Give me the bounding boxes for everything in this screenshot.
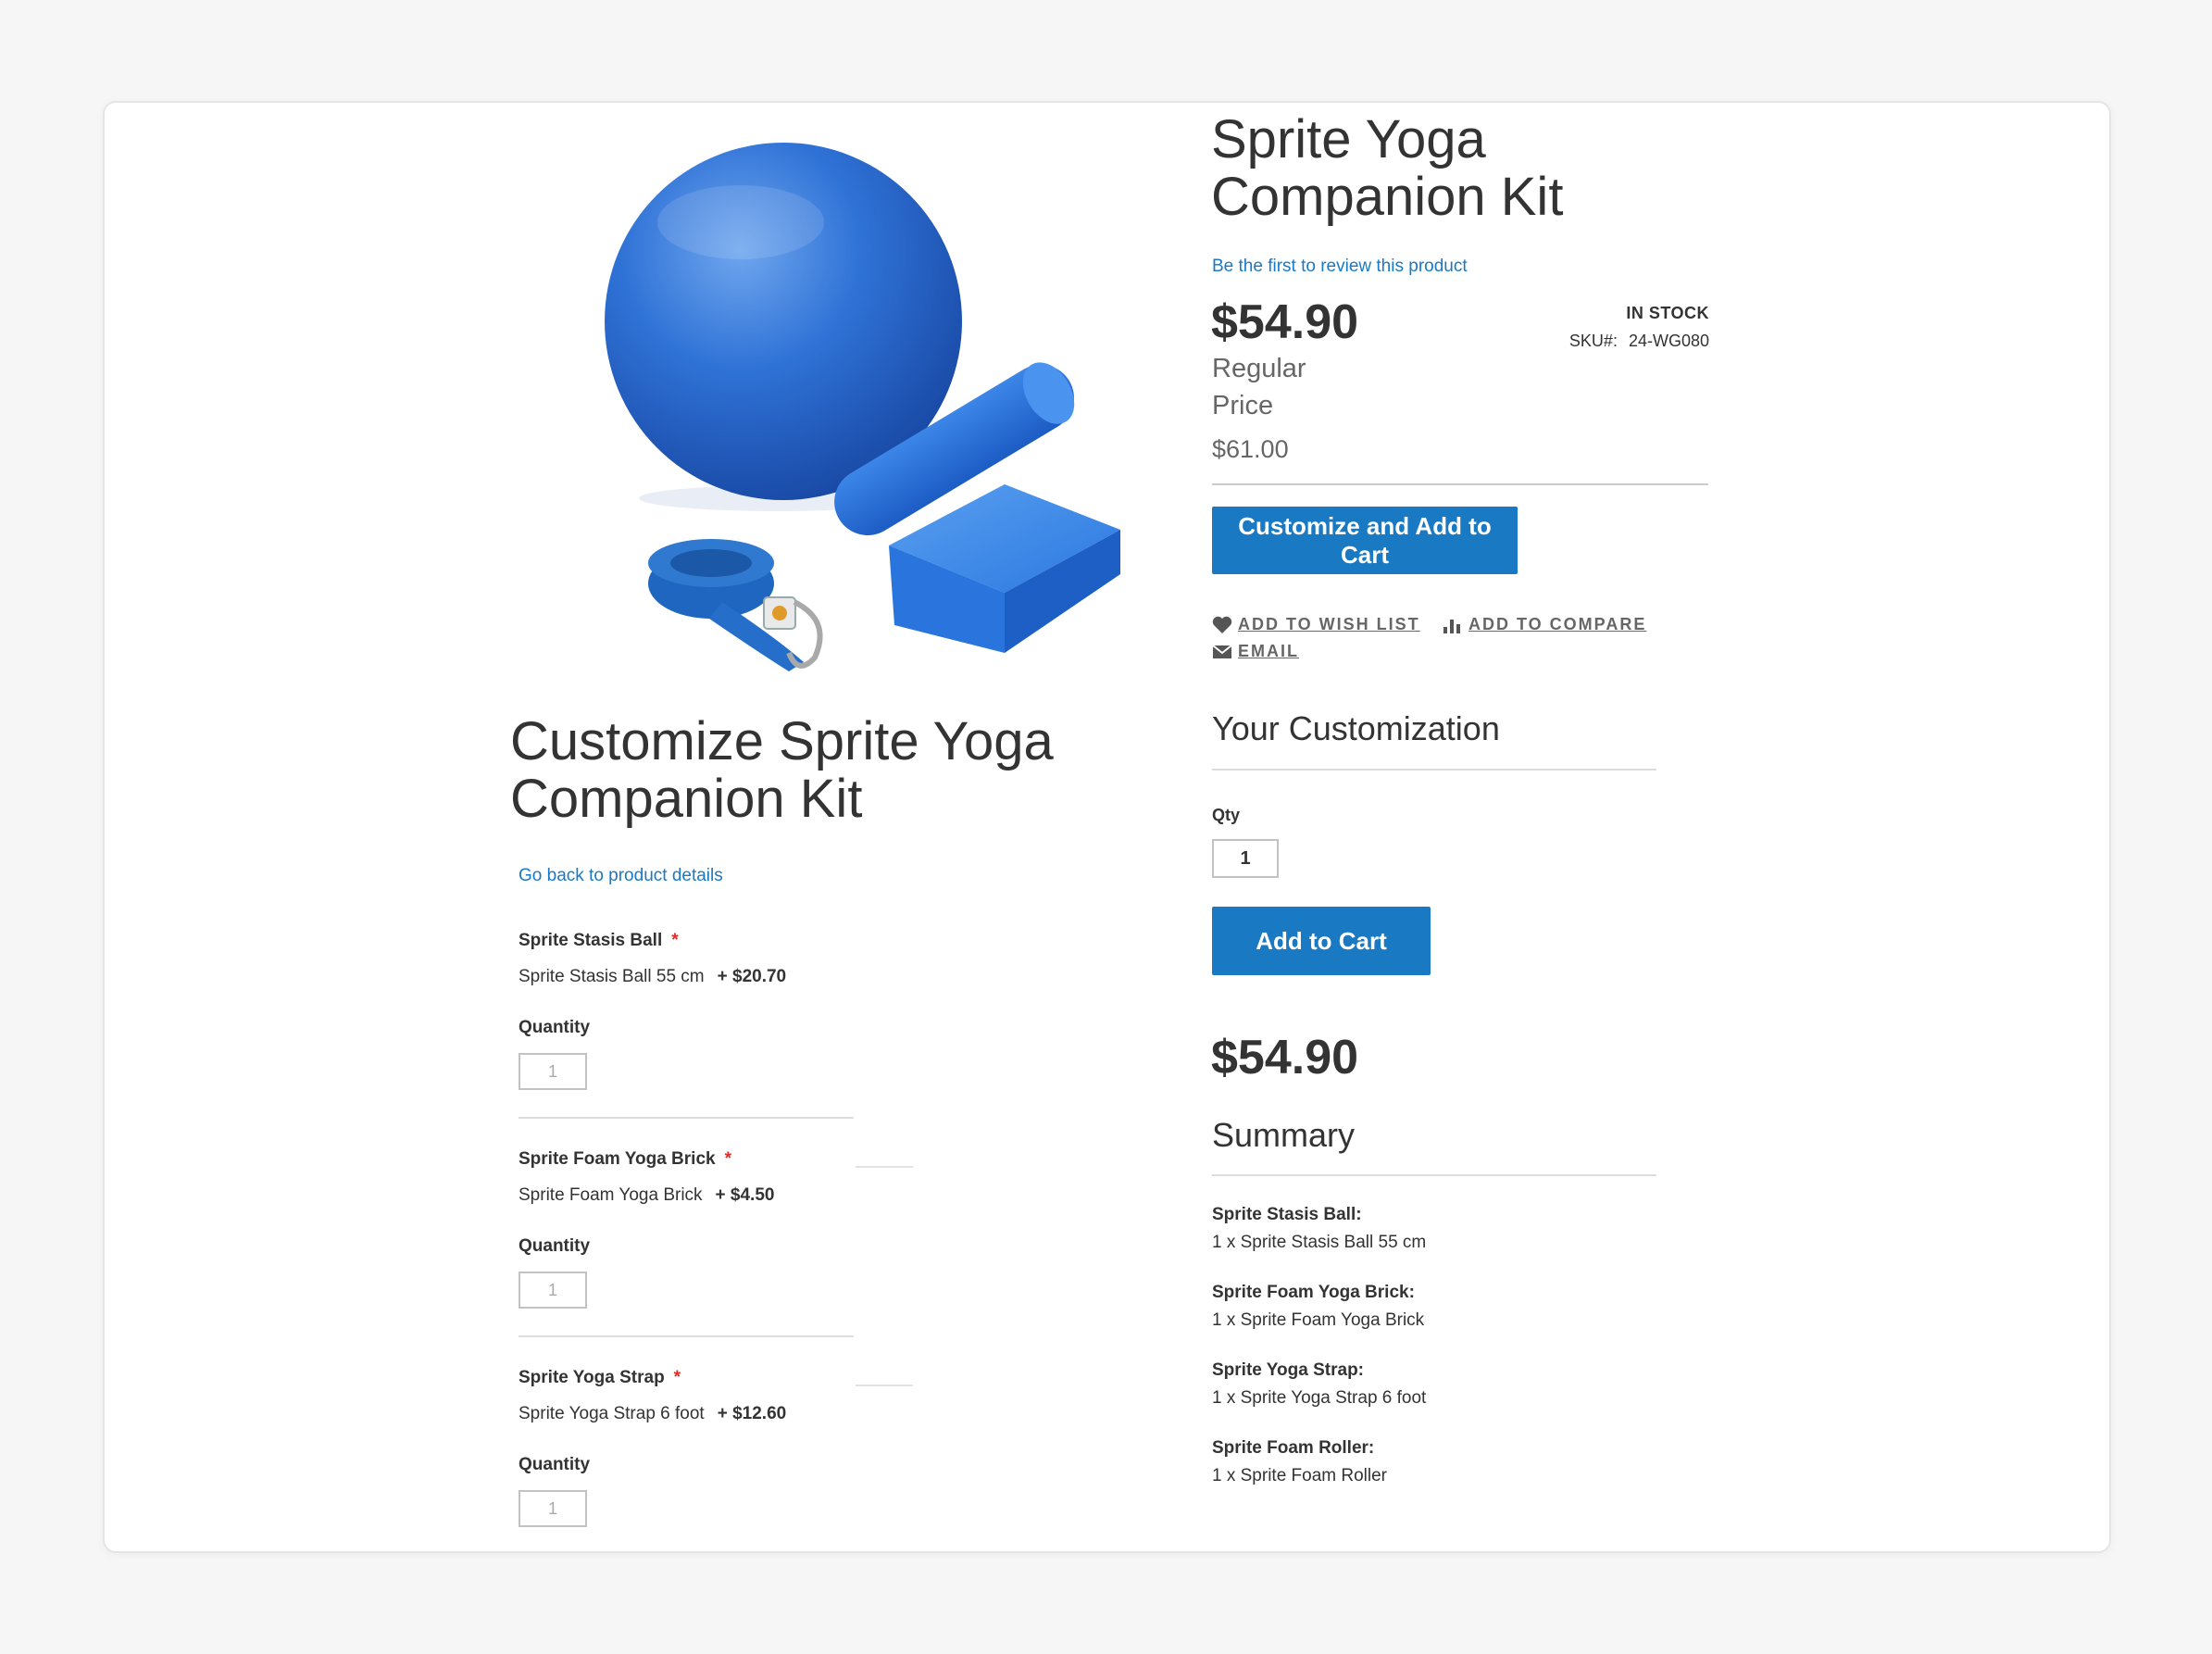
required-marker: * (673, 1368, 681, 1387)
divider (519, 1117, 854, 1119)
sku-value: 24-WG080 (1628, 332, 1709, 350)
summary-item-value: 1 x Sprite Stasis Ball 55 cm (1212, 1233, 1427, 1252)
option-choice[interactable]: Sprite Yoga Strap 6 foot + $12.60 (519, 1404, 786, 1424)
total-price: $54.90 (1211, 1031, 1359, 1084)
option-title-text: Sprite Stasis Ball (519, 931, 663, 950)
option-title-text: Sprite Yoga Strap (519, 1368, 665, 1387)
customize-add-to-cart-button[interactable]: Customize and Add to Cart (1212, 507, 1518, 574)
summary-item-name: Sprite Foam Roller: (1212, 1438, 1375, 1458)
option-price: + $12.60 (717, 1404, 787, 1423)
option-title-text: Sprite Foam Yoga Brick (519, 1149, 716, 1169)
your-customization-title: Your Customization (1212, 709, 1500, 747)
divider (1212, 769, 1656, 771)
option-price: + $4.50 (715, 1185, 775, 1205)
option-title: Sprite Stasis Ball * (519, 931, 679, 951)
email-label: EMAIL (1238, 642, 1299, 660)
summary-item-name: Sprite Foam Yoga Brick: (1212, 1283, 1415, 1302)
regular-price-value: $61.00 (1212, 435, 1289, 463)
bar-chart-icon (1443, 616, 1463, 634)
summary-item-value: 1 x Sprite Foam Roller (1212, 1466, 1388, 1485)
stock-status: IN STOCK (1626, 304, 1709, 322)
option-choice-text: Sprite Stasis Ball 55 cm (519, 967, 705, 986)
regular-price-label: Regular Price (1212, 354, 1306, 420)
product-image (583, 120, 1143, 676)
product-title: Sprite Yoga Companion Kit (1211, 109, 1564, 227)
option-quantity-label: Quantity (519, 1018, 591, 1037)
option-price: + $20.70 (717, 967, 787, 986)
summary-item-name: Sprite Yoga Strap: (1212, 1360, 1364, 1380)
qty-label: Qty (1212, 806, 1241, 824)
review-link[interactable]: Be the first to review this product (1212, 257, 1468, 277)
summary-title: Summary (1212, 1116, 1356, 1154)
customize-heading: Customize Sprite Yoga Companion Kit (510, 711, 1054, 829)
divider (856, 1385, 913, 1386)
option-title: Sprite Yoga Strap * (519, 1368, 681, 1388)
add-to-cart-button[interactable]: Add to Cart (1212, 907, 1431, 975)
back-to-product-link[interactable]: Go back to product details (519, 866, 723, 886)
option-quantity-label: Quantity (519, 1455, 591, 1474)
option-choice[interactable]: Sprite Stasis Ball 55 cm + $20.70 (519, 967, 786, 987)
summary-item-value: 1 x Sprite Foam Yoga Brick (1212, 1310, 1425, 1330)
add-to-wishlist-link[interactable]: ADD TO WISH LIST (1212, 615, 1420, 634)
required-marker: * (724, 1149, 731, 1169)
option-quantity-input[interactable] (519, 1272, 587, 1309)
option-choice[interactable]: Sprite Foam Yoga Brick + $4.50 (519, 1185, 774, 1206)
divider (1212, 483, 1708, 485)
option-choice-text: Sprite Foam Yoga Brick (519, 1185, 703, 1205)
sku-label: SKU#: (1568, 332, 1618, 350)
envelope-icon (1212, 644, 1232, 659)
option-title: Sprite Foam Yoga Brick * (519, 1149, 731, 1170)
email-link[interactable]: EMAIL (1212, 642, 1299, 661)
product-price: $54.90 (1211, 295, 1359, 349)
summary-item: Sprite Yoga Strap: 1 x Sprite Yoga Strap… (1212, 1357, 1426, 1412)
summary-item: Sprite Foam Roller: 1 x Sprite Foam Roll… (1212, 1435, 1387, 1490)
add-to-compare-link[interactable]: ADD TO COMPARE (1443, 615, 1646, 634)
divider (1212, 1174, 1656, 1176)
divider (519, 1335, 854, 1337)
summary-item-value: 1 x Sprite Yoga Strap 6 foot (1212, 1388, 1427, 1408)
wishlist-label: ADD TO WISH LIST (1238, 615, 1420, 633)
compare-label: ADD TO COMPARE (1468, 615, 1647, 633)
sku: SKU#: 24-WG080 (1569, 332, 1709, 351)
summary-item: Sprite Stasis Ball: 1 x Sprite Stasis Ba… (1212, 1201, 1426, 1257)
option-choice-text: Sprite Yoga Strap 6 foot (519, 1404, 705, 1423)
option-quantity-label: Quantity (519, 1236, 591, 1256)
option-quantity-input[interactable] (519, 1490, 587, 1527)
summary-item: Sprite Foam Yoga Brick: 1 x Sprite Foam … (1212, 1279, 1424, 1334)
qty-input[interactable] (1212, 839, 1279, 878)
divider (856, 1166, 913, 1168)
summary-item-name: Sprite Stasis Ball: (1212, 1205, 1362, 1224)
option-quantity-input[interactable] (519, 1053, 587, 1090)
heart-icon (1212, 616, 1232, 634)
required-marker: * (671, 931, 679, 950)
